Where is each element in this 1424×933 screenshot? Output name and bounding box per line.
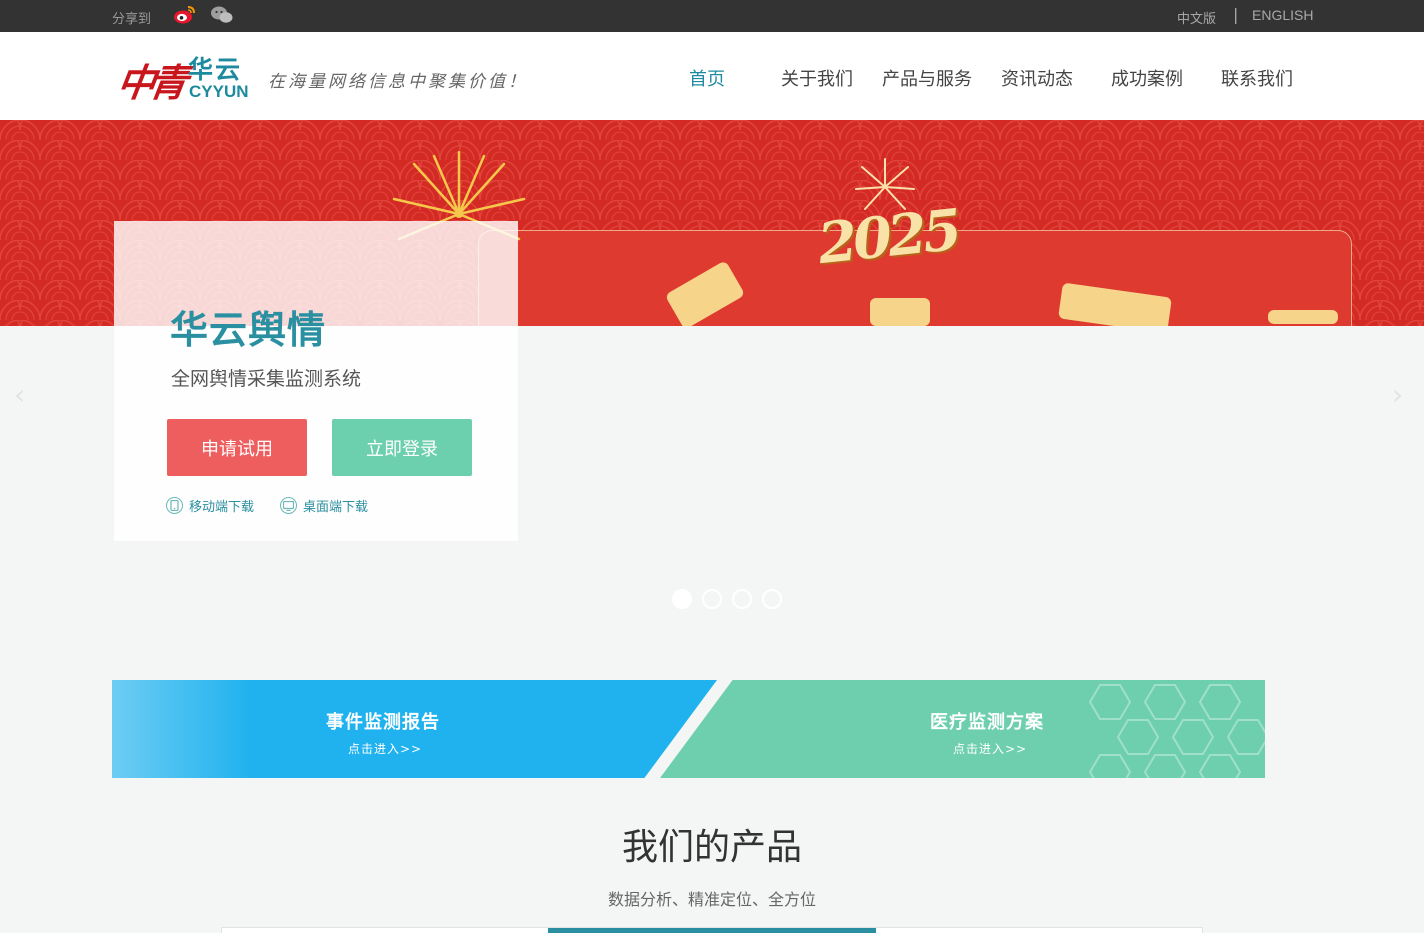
lang-chinese-link[interactable]: 中文版 <box>1177 8 1216 27</box>
calligraphy-stroke <box>870 298 930 326</box>
wechat-icon[interactable] <box>210 5 234 25</box>
calligraphy-stroke <box>1268 310 1338 324</box>
product-hero-card: 华云舆情 全网舆情采集监测系统 申请试用 立即登录 移动端下载 桌面端下载 <box>114 221 518 541</box>
logo-mark: 中青 <box>114 60 185 105</box>
carousel-dot[interactable] <box>762 589 782 609</box>
promo-decoration <box>112 680 252 778</box>
mobile-icon <box>166 497 183 514</box>
monitor-icon <box>280 497 297 514</box>
nav-home[interactable]: 首页 <box>689 65 725 91</box>
hero-title: 华云舆情 <box>170 308 327 352</box>
slogan: 在海量网络信息中聚集价值！ <box>268 72 528 92</box>
lang-separator: | <box>1233 5 1239 24</box>
carousel-dots <box>672 589 782 609</box>
logo-chinese: 华云 <box>188 55 243 84</box>
next-slide-arrow[interactable]: › <box>1392 378 1403 411</box>
carousel-dot[interactable] <box>672 589 692 609</box>
mobile-download-label: 移动端下载 <box>189 500 255 515</box>
nav-contact[interactable]: 联系我们 <box>1221 65 1293 91</box>
apply-trial-button[interactable]: 申请试用 <box>167 419 307 476</box>
carousel-dot[interactable] <box>732 589 752 609</box>
desktop-download-link[interactable]: 桌面端下载 <box>280 496 368 515</box>
weibo-icon[interactable] <box>172 5 196 25</box>
site-logo[interactable]: 中青 华云 CYYUN <box>114 50 258 105</box>
product-tab-active[interactable] <box>548 928 876 933</box>
prev-slide-arrow[interactable]: ‹ <box>14 378 25 411</box>
desktop-download-label: 桌面端下载 <box>303 500 369 515</box>
event-report-link[interactable]: 点击进入>> <box>348 740 422 757</box>
share-label: 分享到 <box>112 12 152 27</box>
hexagon-pattern <box>1088 684 1265 778</box>
login-button[interactable]: 立即登录 <box>332 419 472 476</box>
nav-news[interactable]: 资讯动态 <box>1001 65 1073 91</box>
mobile-download-link[interactable]: 移动端下载 <box>166 496 254 515</box>
site-header: 中青 华云 CYYUN 在海量网络信息中聚集价值！ 首页 关于我们 产品与服务 … <box>0 32 1424 120</box>
products-subheading: 数据分析、精准定位、全方位 <box>607 890 816 909</box>
products-heading: 我们的产品 <box>621 827 802 868</box>
event-report-title[interactable]: 事件监测报告 <box>326 708 440 734</box>
medical-solution-title[interactable]: 医疗监测方案 <box>930 708 1044 734</box>
nav-about[interactable]: 关于我们 <box>781 65 853 91</box>
nav-cases[interactable]: 成功案例 <box>1111 65 1183 91</box>
promo-strip: 事件监测报告 点击进入>> 医疗监测方案 点击进入>> <box>112 680 1265 778</box>
medical-solution-link[interactable]: 点击进入>> <box>953 740 1027 757</box>
lang-english-link[interactable]: ENGLISH <box>1252 7 1313 23</box>
carousel-dot[interactable] <box>702 589 722 609</box>
nav-products[interactable]: 产品与服务 <box>882 65 972 91</box>
logo-english: CYYUN <box>189 82 249 101</box>
top-bar: 分享到 中文版 | ENGLISH <box>0 0 1424 32</box>
hero-subtitle: 全网舆情采集监测系统 <box>171 368 362 390</box>
